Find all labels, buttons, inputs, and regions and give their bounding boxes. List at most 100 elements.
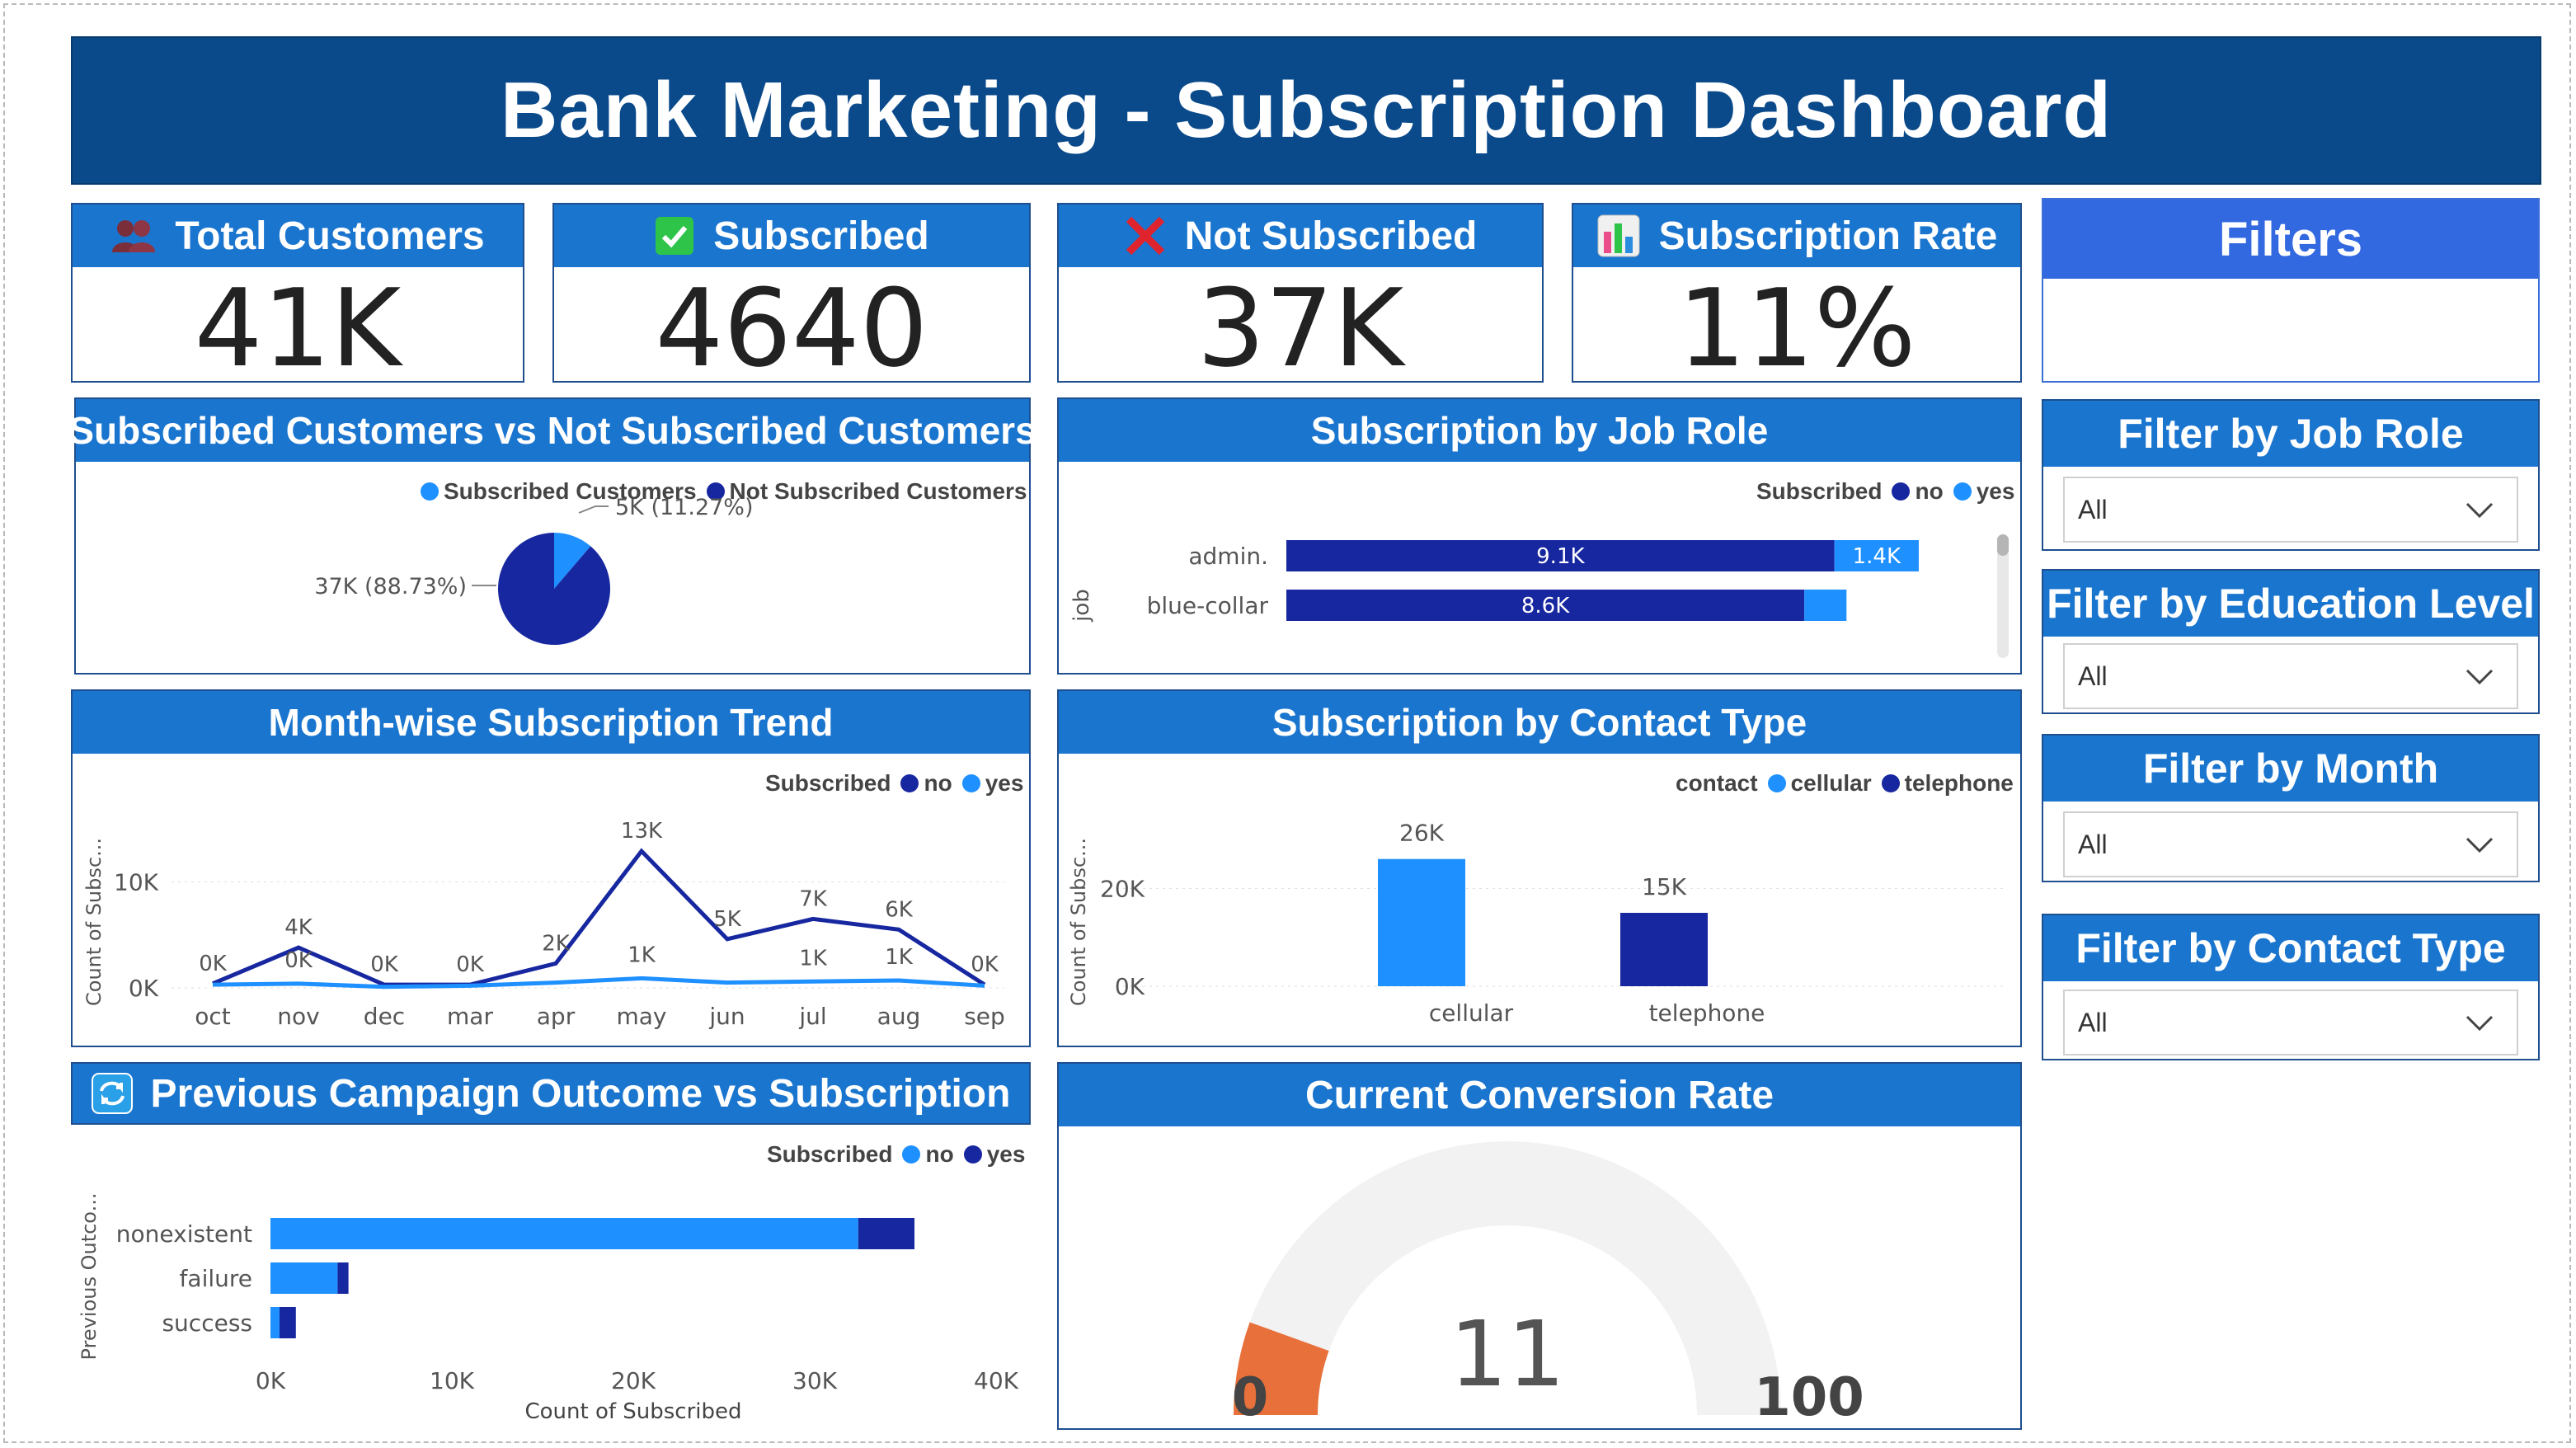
kpi-subscription-rate-value: 11% — [1677, 266, 1916, 391]
kpi-subscription-rate-label: Subscription Rate — [1658, 214, 1998, 258]
trend-point-label-no: 0K — [971, 952, 999, 977]
outcome-bar-no — [270, 1262, 338, 1294]
education-dropdown[interactable]: All — [2063, 643, 2518, 709]
filters-title: Filters — [2043, 200, 2538, 279]
filter-education-label: Filter by Education Level — [2043, 571, 2538, 637]
trend-axis-label: Count of Subsc... — [82, 838, 106, 1006]
contact-chart-panel: Subscription by Contact Type contact cel… — [1057, 689, 2022, 1047]
trend-point-label-yes: 1K — [799, 946, 828, 971]
filter-job-role-label: Filter by Job Role — [2043, 401, 2538, 467]
conversion-gauge: 11 0 100 — [1232, 1141, 1864, 1428]
contact-bar-telephone — [1620, 913, 1708, 986]
people-icon — [110, 218, 157, 254]
filter-month-label: Filter by Month — [2043, 736, 2538, 802]
contact-xtick: cellular — [1429, 999, 1514, 1027]
job-chart-panel: Subscription by Job Role Subscribed no y… — [1057, 397, 2022, 675]
outcome-bar-yes — [858, 1218, 914, 1249]
outcome-xtick: 30K — [792, 1367, 838, 1394]
pie-chart-panel: Subscribed Customers vs Not Subscribed C… — [68, 397, 1037, 675]
job-bar-label: 9.1K — [1536, 544, 1585, 569]
trend-xtick: may — [616, 1003, 666, 1030]
checkmark-icon — [654, 215, 695, 256]
trend-point-label-no: 4K — [284, 915, 313, 940]
kpi-subscribed-label: Subscribed — [713, 214, 929, 258]
outcome-chart-panel: Previous Campaign Outcome vs Subscriptio… — [71, 1062, 1031, 1430]
filter-job-role: Filter by Job Role All — [2042, 399, 2540, 551]
filter-contact-label: Filter by Contact Type — [2043, 915, 2538, 981]
outcome-category-label: failure — [180, 1265, 252, 1292]
chevron-down-icon[interactable] — [2466, 495, 2494, 525]
filter-contact: Filter by Contact Type All — [2042, 914, 2540, 1060]
contact-ytick: 0K — [1115, 973, 1145, 1000]
job-category-label: admin. — [1188, 543, 1268, 570]
trend-ytick: 10K — [114, 868, 159, 896]
pie-label-not-subscribed: 37K (88.73%) — [314, 574, 467, 599]
gauge-value: 11 — [1450, 1301, 1565, 1407]
outcome-bar-chart: Previous Outco... nonexistent failure succe… — [78, 1193, 1019, 1424]
chevron-down-icon[interactable] — [2466, 661, 2494, 692]
kpi-subscribed-header: Subscribed — [554, 205, 1029, 267]
chevron-down-icon[interactable] — [2466, 830, 2494, 860]
outcome-bar-no — [270, 1218, 858, 1249]
contact-bar-label: 15K — [1642, 873, 1687, 900]
month-selected: All — [2078, 829, 2108, 859]
kpi-total-customers: Total Customers 41K — [71, 203, 524, 391]
job-bar-yes — [1804, 590, 1847, 621]
contact-axis-label: Count of Subsc... — [1067, 838, 1090, 1006]
kpi-not-subscribed-value: 37K — [1196, 266, 1404, 391]
trend-point-label-no: 6K — [885, 897, 914, 922]
job-role-selected: All — [2078, 494, 2108, 524]
kpi-not-subscribed-label: Not Subscribed — [1184, 214, 1478, 258]
trend-chart-panel: Month-wise Subscription Trend Subscribed… — [71, 689, 1031, 1047]
trend-point-label-no: 0K — [370, 952, 399, 977]
trend-point-label-no: 13K — [621, 819, 663, 844]
contact-dropdown[interactable]: All — [2063, 990, 2518, 1055]
trend-xtick: jun — [708, 1003, 745, 1030]
trend-xtick: apr — [537, 1003, 576, 1030]
trend-point-label-yes: 0K — [284, 948, 313, 973]
outcome-category-label: nonexistent — [116, 1220, 252, 1248]
dashboard-title: Bank Marketing - Subscription Dashboard — [71, 36, 2541, 185]
kpi-subscribed-value: 4640 — [655, 266, 928, 391]
gauge-min-label: 0 — [1232, 1367, 1269, 1428]
kpi-not-subscribed: Not Subscribed 37K — [1057, 203, 1544, 391]
trend-xtick: nov — [277, 1003, 319, 1030]
trend-point-label-no: 5K — [713, 907, 742, 932]
job-bar-chart: job admin. 9.1K 1.4K blue-collar 8.6K — [1069, 540, 1919, 623]
outcome-bar-no — [270, 1307, 280, 1338]
contact-xtick: telephone — [1649, 999, 1765, 1027]
job-role-dropdown[interactable]: All — [2063, 477, 2518, 543]
outcome-axis-label: Previous Outco... — [78, 1193, 101, 1361]
trend-point-label-yes: 1K — [628, 943, 656, 967]
job-bar-label: 1.4K — [1853, 544, 1901, 569]
trend-xtick: aug — [877, 1003, 921, 1030]
kpi-total-customers-value: 41K — [194, 266, 402, 391]
job-chart-scrollbar[interactable] — [1997, 534, 2009, 658]
trend-xtick: mar — [447, 1003, 493, 1030]
month-dropdown[interactable]: All — [2063, 811, 2518, 877]
trend-point-label-no: 2K — [542, 931, 571, 956]
kpi-subscribed: Subscribed 4640 — [552, 203, 1031, 391]
filters-panel: Filters — [2042, 198, 2540, 383]
trend-ytick: 0K — [129, 975, 159, 1002]
outcome-xtick: 20K — [611, 1367, 656, 1394]
outcome-bar-yes — [337, 1262, 349, 1294]
contact-bar-chart: Count of Subsc... 0K 20K 26K 15K cellular tele… — [1067, 820, 2007, 1027]
contact-bar-label: 26K — [1399, 820, 1445, 847]
chevron-down-icon[interactable] — [2466, 1008, 2494, 1038]
pie-slice-1 — [497, 533, 610, 645]
kpi-not-subscribed-header: Not Subscribed — [1059, 205, 1542, 267]
gauge-panel: Current Conversion Rate 11 0 100 — [1057, 1062, 2022, 1430]
outcome-xtick: 10K — [430, 1367, 475, 1394]
kpi-subscription-rate-header: Subscription Rate — [1573, 205, 2020, 267]
kpi-subscription-rate: Subscription Rate 11% — [1572, 203, 2022, 391]
outcome-bar-yes — [280, 1307, 296, 1338]
trend-point-label-no: 7K — [799, 886, 828, 911]
cross-icon — [1124, 214, 1167, 257]
education-selected: All — [2078, 661, 2108, 691]
job-bar-label: 8.6K — [1521, 594, 1570, 618]
contact-selected: All — [2078, 1007, 2108, 1037]
scrollbar-thumb[interactable] — [1997, 534, 2009, 556]
bar-chart-icon — [1596, 214, 1641, 258]
filter-education: Filter by Education Level All — [2042, 569, 2540, 714]
